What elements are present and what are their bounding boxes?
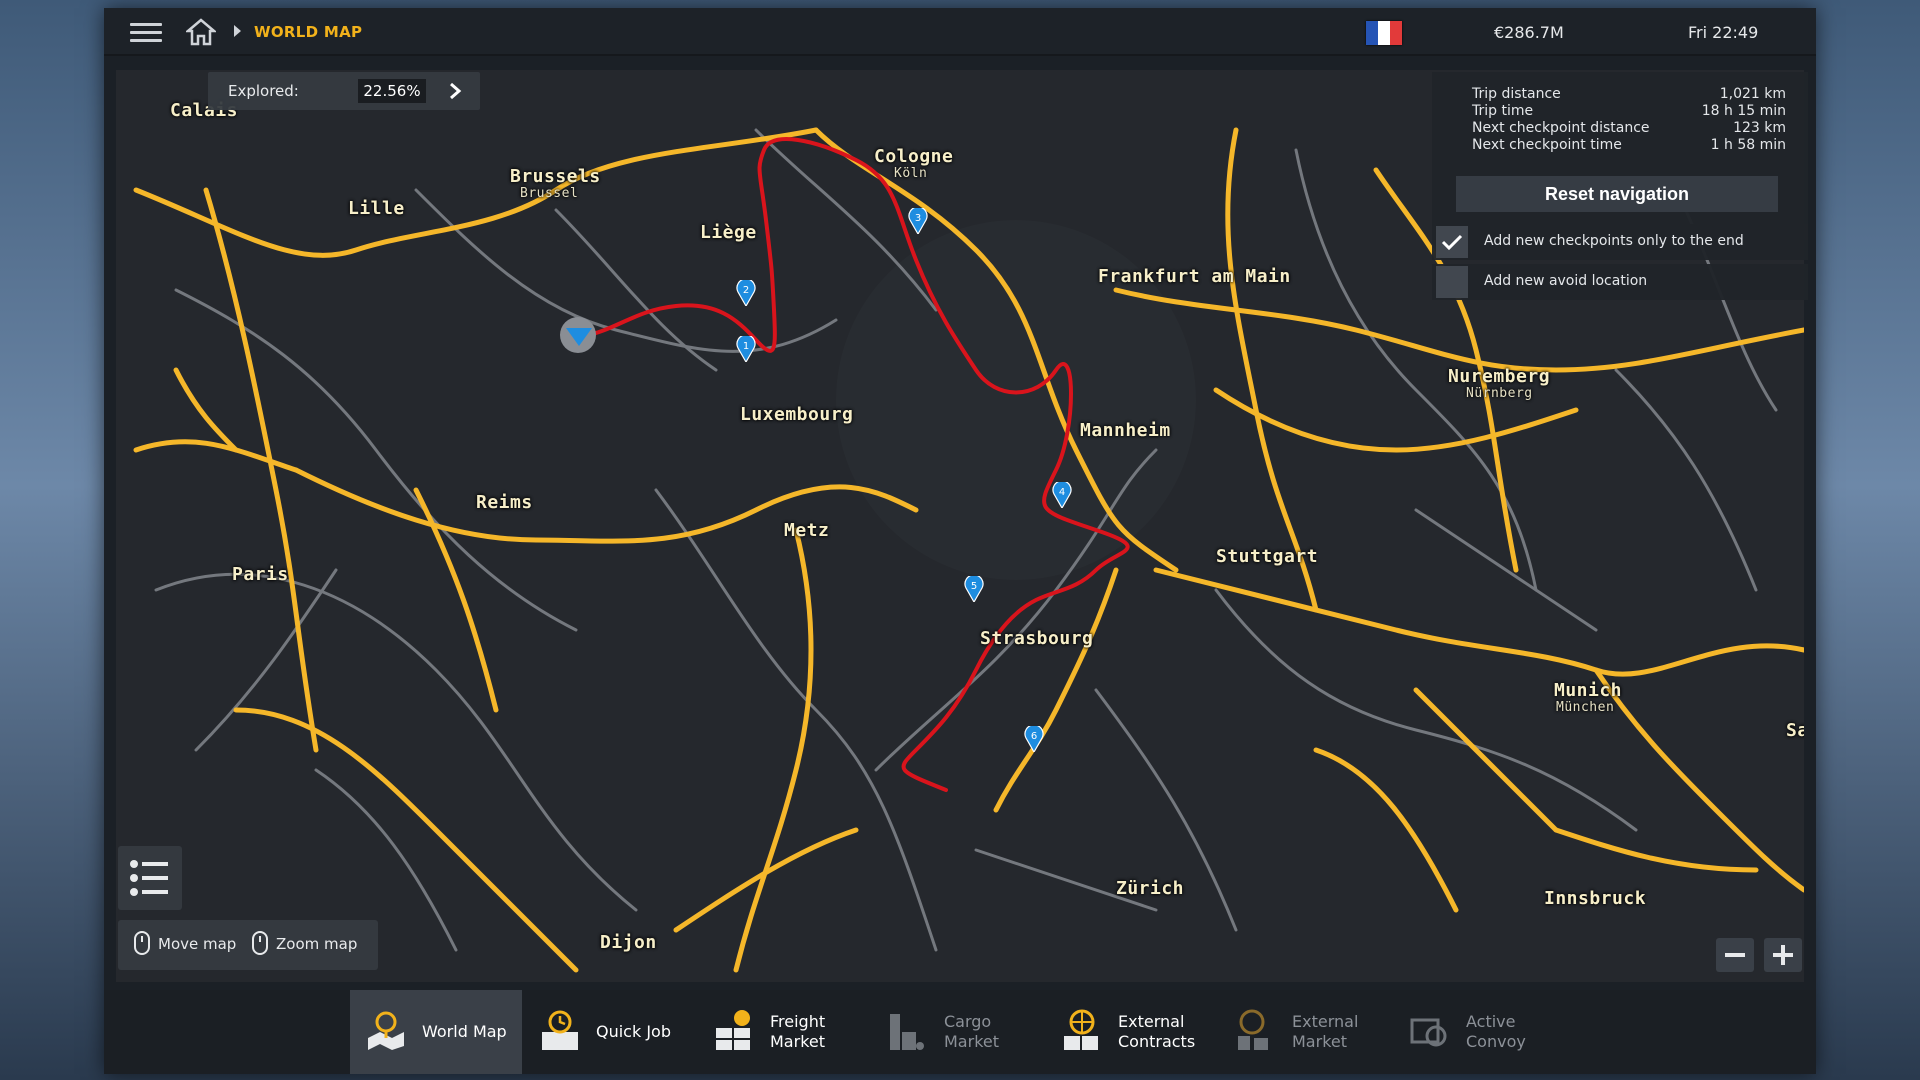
- tab-freight-market[interactable]: Freight Market: [698, 990, 870, 1074]
- truck-position-marker: [560, 317, 596, 353]
- city-label: Mannheim: [1080, 420, 1171, 441]
- city-label: Lille: [348, 198, 405, 219]
- tab-external-market[interactable]: External Market: [1220, 990, 1392, 1074]
- chevron-right-icon[interactable]: [446, 82, 464, 100]
- external-market-icon: [1238, 1009, 1268, 1050]
- option-label: Add new checkpoints only to the end: [1484, 233, 1744, 249]
- city-label: Köln: [894, 166, 928, 181]
- tab-cargo-market[interactable]: Cargo Market: [872, 990, 1044, 1074]
- breadcrumb[interactable]: WORLD MAP: [254, 23, 362, 41]
- zoom-out-button[interactable]: [1716, 938, 1754, 972]
- game-clock: Fri 22:49: [1688, 23, 1759, 42]
- bottom-tab-bar: World Map Quick Job Freight Market Cargo…: [104, 990, 1816, 1074]
- city-label: Frankfurt am Main: [1098, 266, 1291, 287]
- cargo-market-icon: [890, 1014, 924, 1050]
- avoid-location-checkbox[interactable]: [1436, 266, 1468, 298]
- city-label: Luxembourg: [740, 404, 854, 425]
- explored-label: Explored:: [228, 82, 299, 100]
- checkpoint-pin-icon[interactable]: 3: [908, 206, 928, 236]
- svg-text:6: 6: [1031, 731, 1037, 742]
- checkpoint-pin-icon[interactable]: 6: [1024, 724, 1044, 754]
- next-checkpoint-distance-row: Next checkpoint distance 123 km: [1472, 120, 1786, 136]
- svg-text:1: 1: [743, 341, 749, 352]
- svg-text:2: 2: [743, 285, 749, 296]
- zoom-map-hint: Zoom map: [276, 935, 358, 953]
- checkpoint-pin-icon[interactable]: 2: [736, 278, 756, 308]
- menu-icon[interactable]: [130, 18, 162, 46]
- quick-job-icon: [542, 1010, 578, 1050]
- map-legend-button[interactable]: [118, 846, 182, 910]
- city-label: Dijon: [600, 932, 657, 953]
- top-bar: WORLD MAP €286.7M Fri 22:49: [104, 8, 1816, 56]
- external-contracts-icon: [1064, 1009, 1098, 1050]
- checkpoints-end-checkbox[interactable]: [1436, 226, 1468, 258]
- svg-text:4: 4: [1059, 487, 1065, 498]
- tab-external-contracts[interactable]: External Contracts: [1046, 990, 1218, 1074]
- city-label: Zürich: [1116, 878, 1185, 899]
- home-icon[interactable]: [186, 18, 216, 46]
- next-checkpoint-time-row: Next checkpoint time 1 h 58 min: [1472, 137, 1786, 153]
- explored-panel: Explored: 22.56%: [208, 72, 480, 110]
- move-map-hint: Move map: [158, 935, 237, 953]
- freight-market-icon: [716, 1010, 750, 1050]
- city-label: Innsbruck: [1544, 888, 1647, 909]
- legend-list-icon: [130, 860, 168, 896]
- zoom-in-button[interactable]: [1764, 938, 1802, 972]
- option-label: Add new avoid location: [1484, 273, 1648, 289]
- svg-text:5: 5: [971, 581, 977, 592]
- mouse-scroll-icon: [252, 931, 268, 955]
- controls-hint: Move map Zoom map: [118, 920, 378, 970]
- trip-time-row: Trip time 18 h 15 min: [1472, 103, 1786, 119]
- minus-icon: [1725, 953, 1745, 957]
- world-map-icon: [368, 1011, 404, 1050]
- money-balance: €286.7M: [1494, 23, 1564, 42]
- checkpoint-pin-icon[interactable]: 1: [736, 334, 756, 364]
- city-label: Sa: [1786, 720, 1804, 741]
- checkpoint-pin-icon[interactable]: 4: [1052, 480, 1072, 510]
- city-label: Munich: [1554, 680, 1623, 701]
- city-label: Paris: [232, 564, 289, 585]
- navigation-panel: Trip distance 1,021 km Trip time 18 h 15 m…: [1432, 72, 1808, 240]
- tab-active-convoy[interactable]: Active Convoy: [1394, 990, 1566, 1074]
- city-label: Liège: [700, 222, 757, 243]
- svg-text:3: 3: [915, 213, 921, 224]
- active-convoy-icon: [1410, 1018, 1447, 1047]
- mouse-left-icon: [134, 931, 150, 955]
- app-window: WORLD MAP €286.7M Fri 22:49 Calais Bruss…: [104, 8, 1816, 1074]
- city-label: Brussels: [510, 166, 601, 187]
- city-label: Metz: [784, 520, 830, 541]
- tab-world-map[interactable]: World Map: [350, 990, 522, 1074]
- tab-quick-job[interactable]: Quick Job: [524, 990, 696, 1074]
- city-label: Nuremberg: [1448, 366, 1551, 387]
- city-label: Nürnberg: [1466, 386, 1533, 401]
- city-label: Cologne: [874, 146, 954, 167]
- check-icon: [1441, 234, 1463, 251]
- city-label: Reims: [476, 492, 533, 513]
- city-label: Strasbourg: [980, 628, 1094, 649]
- city-label: Brussel: [520, 186, 579, 201]
- checkpoint-pin-icon[interactable]: 5: [964, 574, 984, 604]
- city-label: München: [1556, 700, 1615, 715]
- chevron-right-icon: [234, 25, 241, 37]
- country-flag: [1366, 21, 1402, 45]
- reset-navigation-button[interactable]: Reset navigation: [1456, 176, 1778, 212]
- trip-distance-row: Trip distance 1,021 km: [1472, 86, 1786, 102]
- option-checkpoints-end[interactable]: Add new checkpoints only to the end: [1432, 224, 1808, 260]
- city-label: Stuttgart: [1216, 546, 1319, 567]
- option-avoid-location[interactable]: Add new avoid location: [1432, 264, 1808, 300]
- explored-value: 22.56%: [358, 79, 426, 103]
